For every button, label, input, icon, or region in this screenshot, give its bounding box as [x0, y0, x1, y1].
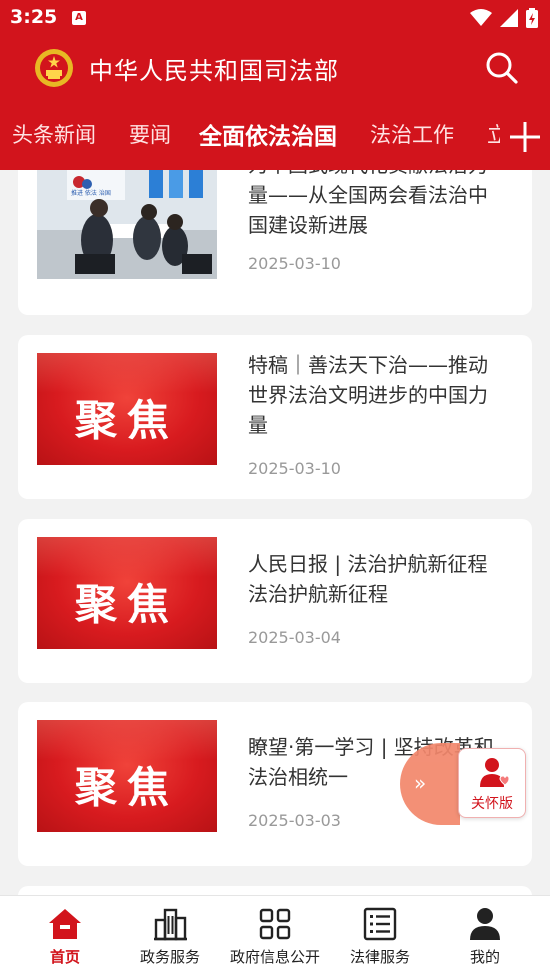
app-header: 3:25 A 中华人民共和国司法部 头条新闻 要闻 全面依法治国 法治工作 立 — [0, 0, 550, 170]
article-date: 2025-03-10 — [248, 459, 341, 478]
nav-home-label: 首页 — [49, 948, 80, 966]
article-card[interactable]: 聚焦 特稿｜善法天下治——推动世界法治文明进步的中国力量 2025-03-10 — [18, 335, 532, 499]
article-thumbnail: 推进 依法 治国 — [37, 170, 217, 279]
building-icon — [154, 908, 187, 941]
grid-icon — [259, 908, 291, 940]
article-date: 2025-03-10 — [248, 254, 341, 273]
article-title[interactable]: 特稿｜善法天下治——推动世界法治文明进步的中国力量 — [248, 350, 503, 440]
article-card[interactable] — [18, 886, 532, 895]
a-letter-icon: A — [72, 11, 86, 25]
article-title[interactable]: 为中国式现代化贡献法治力量——从全国两会看法治中国建设新进展 — [248, 170, 503, 240]
nav-mine-label: 我的 — [469, 948, 500, 966]
bottom-nav: 首页 政务服务 政府信息公开 法律服务 我的 — [0, 895, 550, 979]
focus-banner-text: 聚焦 — [74, 396, 179, 445]
article-thumbnail: 聚焦 — [37, 537, 217, 649]
nav-info-disclosure[interactable]: 政府信息公开 — [220, 896, 330, 979]
article-date: 2025-03-03 — [248, 811, 341, 830]
tab-key-news[interactable]: 要闻 — [129, 119, 171, 149]
search-icon[interactable] — [484, 50, 520, 86]
battery-charging-icon — [526, 8, 538, 28]
status-icons — [470, 8, 538, 28]
focus-banner-text: 聚焦 — [74, 763, 179, 812]
focus-banner: 聚焦 — [37, 537, 217, 649]
care-mode-button[interactable]: 关怀版 — [458, 748, 526, 818]
meeting-photo: 推进 依法 治国 — [37, 170, 217, 279]
article-thumbnail: 聚焦 — [37, 353, 217, 465]
tab-legal-work[interactable]: 法治工作 — [370, 119, 454, 149]
home-icon — [49, 909, 81, 939]
nav-legal-services-label: 法律服务 — [349, 948, 410, 966]
add-channel-button[interactable] — [500, 104, 550, 170]
focus-banner-text: 聚焦 — [74, 580, 179, 629]
focus-banner: 聚焦 — [37, 353, 217, 465]
tab-rule-of-law[interactable]: 全面依法治国 — [199, 117, 337, 151]
app-title: 中华人民共和国司法部 — [89, 57, 339, 85]
double-chevron-icon: » — [414, 771, 427, 795]
national-emblem-icon — [35, 49, 73, 87]
article-title[interactable]: 人民日报 | 法治护航新征程法治护航新征程 — [248, 549, 503, 609]
care-mode-label: 关怀版 — [471, 796, 513, 812]
nav-gov-services[interactable]: 政务服务 — [115, 896, 225, 979]
list-icon — [363, 907, 397, 941]
article-date: 2025-03-04 — [248, 628, 341, 647]
nav-home[interactable]: 首页 — [10, 896, 120, 979]
focus-banner: 聚焦 — [37, 720, 217, 832]
nav-legal-services[interactable]: 法律服务 — [325, 896, 435, 979]
nav-mine[interactable]: 我的 — [430, 896, 540, 979]
article-thumbnail: 聚焦 — [37, 720, 217, 832]
photo-sign-text: 推进 依法 治国 — [71, 190, 111, 197]
status-bar: 3:25 A — [0, 0, 550, 36]
nav-gov-services-label: 政务服务 — [139, 948, 200, 966]
status-time: 3:25 — [10, 6, 58, 28]
article-card[interactable]: 聚焦 人民日报 | 法治护航新征程法治护航新征程 2025-03-04 — [18, 519, 532, 683]
article-card[interactable]: 推进 依法 治国 为中国式现代化贡献法治力量——从全国两会看法治中国建设新进展 … — [18, 170, 532, 315]
nav-info-disclosure-label: 政府信息公开 — [229, 948, 320, 966]
plus-icon — [510, 122, 540, 152]
elder-care-icon — [480, 758, 509, 787]
person-icon — [470, 908, 500, 940]
wifi-icon — [470, 9, 492, 26]
channel-tabs: 头条新闻 要闻 全面依法治国 法治工作 立 — [0, 104, 500, 170]
title-bar: 中华人民共和国司法部 — [0, 36, 550, 100]
signal-icon — [500, 9, 518, 27]
tab-headlines[interactable]: 头条新闻 — [12, 119, 96, 149]
meeting-photo-illustration — [37, 170, 217, 279]
tab-legislation[interactable]: 立 — [487, 119, 500, 149]
